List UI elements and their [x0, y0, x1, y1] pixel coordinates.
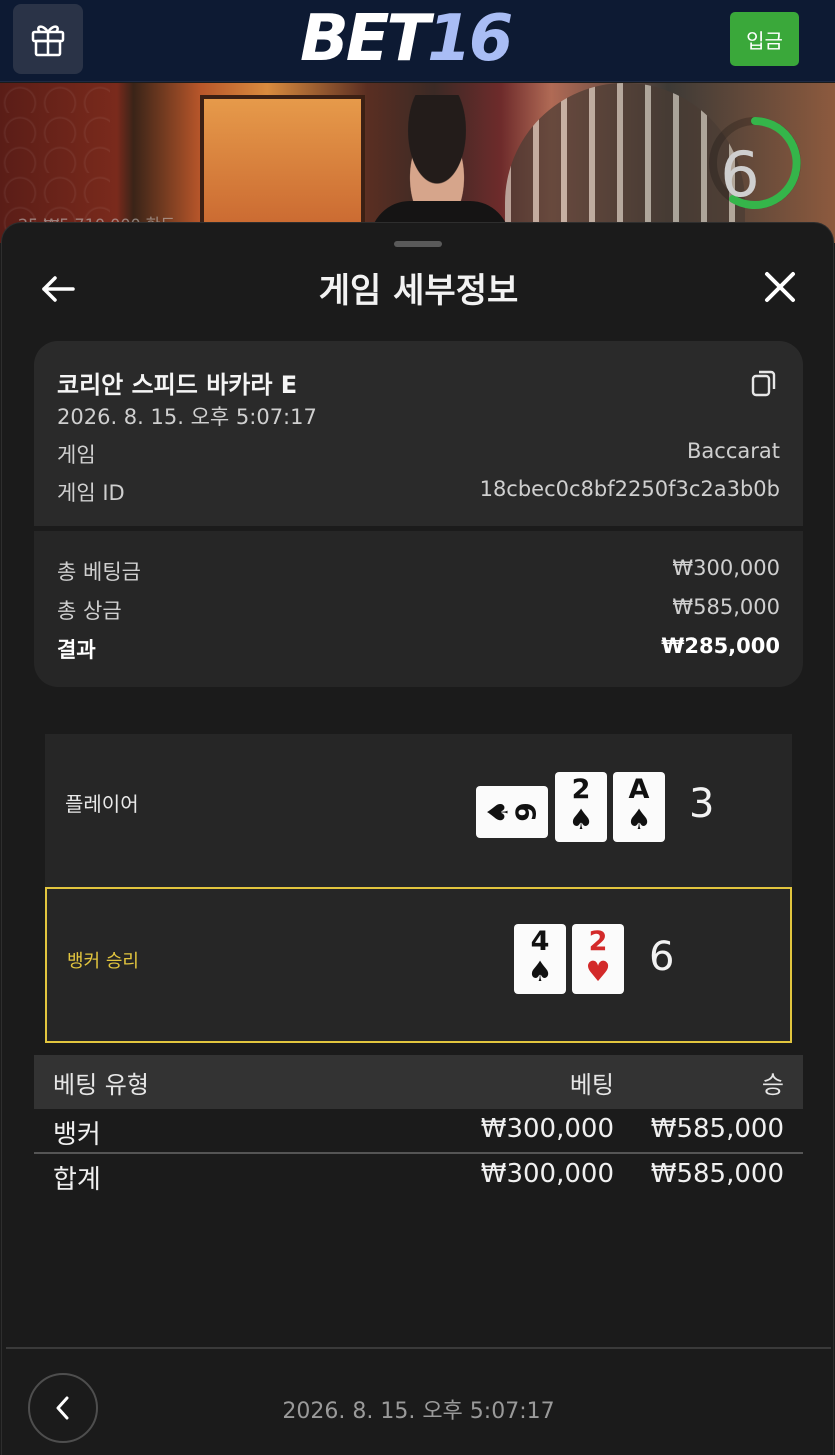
countdown-number: 6 [720, 138, 760, 211]
logo-text: BET [300, 2, 430, 76]
bet-type: 뱅커 [53, 1120, 101, 1150]
total-bet-value: ₩300,000 [672, 556, 780, 580]
header-bet: 베팅 [569, 1071, 614, 1099]
game-details-sheet: 게임 세부정보 코리안 스피드 바카라 E 2026. 8. 15. 오후 5:… [1, 222, 834, 1455]
game-type-row: 게임 Baccarat [57, 439, 780, 469]
deposit-button[interactable]: 입금 [730, 12, 799, 66]
total-bet-row: 총 베팅금 ₩300,000 [57, 556, 780, 586]
player-card-3: A ♠ [613, 772, 665, 842]
copy-icon[interactable] [751, 369, 777, 397]
banker-score: 6 [649, 934, 675, 980]
live-video-stream: 6 25 ₩5,710,000 한도 [0, 83, 835, 243]
game-type-value: Baccarat [687, 439, 780, 463]
player-card-3-rank: A [628, 774, 650, 805]
banker-win-label: 뱅커 승리 [67, 951, 139, 972]
total-win-row: 총 상금 ₩585,000 [57, 595, 780, 625]
player-card-2: 2 ♠ [555, 772, 607, 842]
footer-divider [6, 1347, 831, 1349]
table-header: 베팅 유형 베팅 승 [34, 1055, 803, 1109]
banker-card-2-rank: 2 [588, 926, 608, 957]
total-bet-label: 총 베팅금 [57, 560, 141, 584]
total-row: 합계 ₩300,000 ₩585,000 [34, 1152, 803, 1195]
game-type-label: 게임 [57, 443, 96, 467]
close-icon[interactable] [760, 267, 800, 307]
game-id-label: 게임 ID [57, 481, 125, 505]
result-label: 결과 [57, 638, 96, 662]
spade-icon: ♠ [527, 955, 553, 988]
player-score: 3 [689, 781, 715, 827]
result-row: 결과 ₩285,000 [57, 634, 780, 664]
total-bet: ₩300,000 [480, 1159, 614, 1189]
game-info-card: 코리안 스피드 바카라 E 2026. 8. 15. 오후 5:07:17 게임… [34, 341, 803, 687]
top-bar: BET16 입금 [0, 0, 835, 82]
game-id-value: 18cbec0c8bf2250f3c2a3b0b [479, 477, 780, 501]
result-value: ₩285,000 [661, 634, 780, 658]
brand-logo[interactable]: BET16 [300, 2, 513, 76]
game-datetime: 2026. 8. 15. 오후 5:07:17 [57, 405, 317, 429]
banker-card-2: 2 ♥ [572, 924, 624, 994]
header-bet-type: 베팅 유형 [53, 1071, 149, 1099]
footer-datetime: 2026. 8. 15. 오후 5:07:17 [282, 1399, 555, 1424]
win-amount: ₩585,000 [650, 1114, 784, 1144]
sheet-title: 게임 세부정보 [318, 271, 519, 311]
total-label: 합계 [53, 1165, 101, 1195]
header-win: 승 [761, 1071, 784, 1099]
player-card-1: 9 ♠ [476, 786, 548, 838]
total-win-value: ₩585,000 [672, 595, 780, 619]
gift-icon [31, 25, 65, 57]
gift-button[interactable] [13, 4, 83, 74]
player-label: 플레이어 [65, 792, 139, 816]
bet-table: 베팅 유형 베팅 승 뱅커 ₩300,000 ₩585,000 합계 ₩300,… [34, 1055, 803, 1195]
spade-icon: ♠ [626, 803, 652, 836]
spade-icon: ♠ [568, 803, 594, 836]
divider [34, 526, 803, 531]
rotated-card-face: 9 ♠ [482, 799, 543, 824]
bet-amount: ₩300,000 [480, 1114, 614, 1144]
total-win: ₩585,000 [650, 1159, 784, 1189]
table-row: 뱅커 ₩300,000 ₩585,000 [34, 1109, 803, 1152]
video-door [200, 95, 365, 243]
player-card-1-suit: ♠ [482, 799, 515, 824]
total-win-label: 총 상금 [57, 599, 122, 623]
banker-card-1: 4 ♠ [514, 924, 566, 994]
game-id-row: 게임 ID 18cbec0c8bf2250f3c2a3b0b [57, 477, 780, 507]
logo-number: 16 [427, 2, 513, 76]
heart-icon: ♥ [585, 955, 611, 988]
banker-hand: 뱅커 승리 4 ♠ 2 ♥ 6 [45, 887, 792, 1043]
banker-card-1-rank: 4 [530, 926, 550, 957]
game-info-section: 코리안 스피드 바카라 E 2026. 8. 15. 오후 5:07:17 게임… [34, 341, 803, 526]
game-name: 코리안 스피드 바카라 E [57, 371, 298, 399]
dealer-image [392, 95, 482, 213]
drag-handle[interactable] [394, 241, 442, 247]
player-hand: 플레이어 9 ♠ 2 ♠ A ♠ 3 [45, 734, 792, 889]
player-card-2-rank: 2 [571, 774, 591, 805]
